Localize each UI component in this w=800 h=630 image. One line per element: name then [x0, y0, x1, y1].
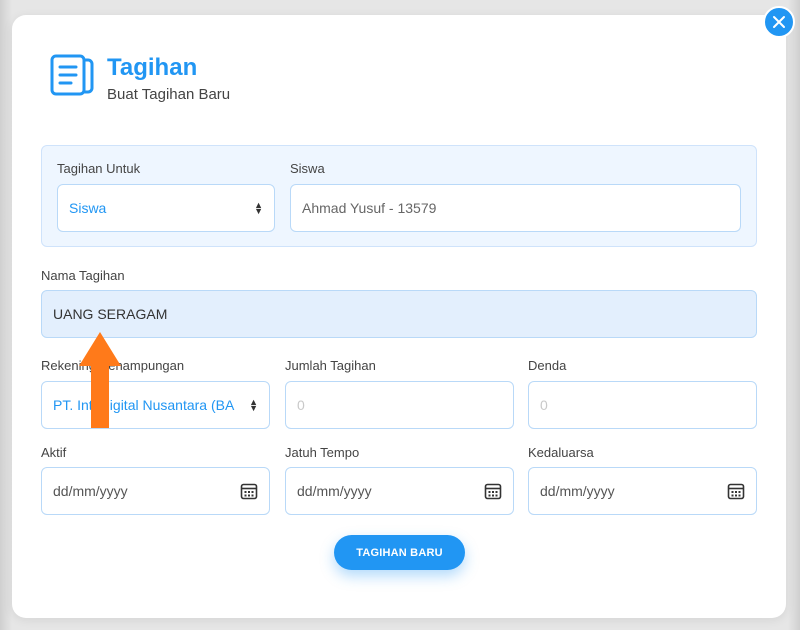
nama-tagihan-input[interactable]: UANG SERAGAM [41, 290, 757, 338]
siswa-input[interactable]: Ahmad Yusuf - 13579 [290, 184, 741, 232]
kedaluarsa-label: Kedaluarsa [528, 445, 594, 460]
nama-tagihan-label: Nama Tagihan [41, 268, 125, 283]
jumlah-tagihan-placeholder: 0 [297, 397, 305, 413]
close-button[interactable] [763, 6, 795, 38]
select-arrows-icon: ▲ ▼ [249, 397, 258, 413]
page-subtitle: Buat Tagihan Baru [107, 86, 231, 103]
denda-placeholder: 0 [540, 397, 548, 413]
nama-tagihan-value: UANG SERAGAM [53, 306, 168, 322]
aktif-label: Aktif [41, 445, 67, 460]
calendar-icon[interactable] [484, 482, 502, 500]
jatuh-tempo-date-input[interactable]: dd/mm/yyyy [285, 467, 514, 515]
tagihan-untuk-value: Siswa [69, 200, 107, 216]
jumlah-tagihan-input[interactable]: 0 [285, 381, 514, 429]
aktif-value: dd/mm/yyyy [53, 483, 128, 499]
select-arrows-icon: ▲ ▼ [254, 200, 263, 216]
close-icon [773, 16, 785, 28]
kedaluarsa-date-input[interactable]: dd/mm/yyyy [528, 467, 757, 515]
modal-header: Tagihan Buat Tagihan Baru [49, 50, 230, 103]
jatuh-tempo-value: dd/mm/yyyy [297, 483, 372, 499]
jumlah-tagihan-label: Jumlah Tagihan [285, 358, 376, 373]
page-title: Tagihan [107, 54, 198, 81]
kedaluarsa-value: dd/mm/yyyy [540, 483, 615, 499]
siswa-value: Ahmad Yusuf - 13579 [302, 200, 437, 216]
siswa-label: Siswa [290, 161, 325, 176]
tagihan-untuk-select[interactable]: Siswa ▲ ▼ [57, 184, 275, 232]
tagihan-untuk-label: Tagihan Untuk [57, 161, 141, 176]
document-list-icon [50, 54, 94, 96]
jatuh-tempo-label: Jatuh Tempo [285, 445, 360, 460]
denda-label: Denda [528, 358, 567, 373]
aktif-date-input[interactable]: dd/mm/yyyy [41, 467, 270, 515]
rekening-select[interactable]: PT. Inti Digital Nusantara (BA ▲ ▼ [41, 381, 270, 429]
annotation-arrow-icon [79, 332, 121, 428]
calendar-icon[interactable] [727, 482, 745, 500]
calendar-icon[interactable] [240, 482, 258, 500]
create-bill-button[interactable]: TAGIHAN BARU [334, 535, 465, 570]
denda-input[interactable]: 0 [528, 381, 757, 429]
